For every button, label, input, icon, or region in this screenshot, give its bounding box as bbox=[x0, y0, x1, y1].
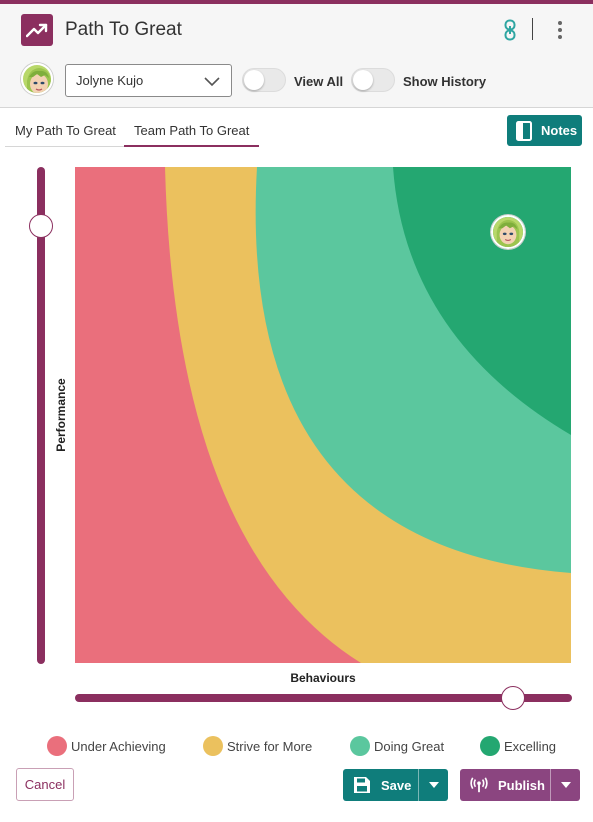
team-member-marker[interactable] bbox=[491, 215, 525, 249]
header-divider bbox=[532, 18, 533, 40]
y-axis-label: Performance bbox=[54, 378, 68, 452]
legend-swatch bbox=[350, 736, 370, 756]
caret-down-icon bbox=[428, 782, 439, 788]
cancel-button[interactable]: Cancel bbox=[16, 768, 74, 801]
publish-button[interactable]: Publish bbox=[460, 769, 550, 801]
performance-slider-track[interactable] bbox=[37, 167, 45, 664]
page-title: Path To Great bbox=[65, 19, 182, 40]
legend-label: Strive for More bbox=[227, 738, 313, 754]
link-icon[interactable] bbox=[500, 18, 520, 42]
broadcast-icon bbox=[470, 776, 488, 794]
save-button-label: Save bbox=[381, 777, 412, 793]
legend-label: Excelling bbox=[504, 738, 557, 754]
toggle-knob bbox=[244, 70, 264, 90]
legend-swatch bbox=[480, 736, 500, 756]
publish-split-button: Publish bbox=[460, 769, 580, 801]
show-history-label: Show History bbox=[403, 74, 487, 89]
save-split-button: Save bbox=[343, 769, 448, 801]
save-options-dropdown[interactable] bbox=[419, 769, 448, 801]
legend-item-excelling: Excelling bbox=[480, 736, 556, 756]
tab-bar: My Path To Great Team Path To Great bbox=[5, 116, 259, 147]
trend-up-icon bbox=[21, 14, 53, 46]
notes-button-label: Notes bbox=[541, 123, 578, 138]
tab-team-path-to-great[interactable]: Team Path To Great bbox=[134, 123, 249, 147]
legend-label: Doing Great bbox=[374, 738, 445, 754]
behaviours-slider-thumb[interactable] bbox=[501, 686, 525, 710]
active-tab-indicator bbox=[124, 145, 259, 147]
avatar bbox=[21, 63, 53, 95]
view-all-label: View All bbox=[294, 74, 344, 89]
header: Path To Great Jolyne Kujo View All Show … bbox=[0, 4, 593, 108]
legend-item-under-achieving: Under Achieving bbox=[47, 736, 166, 756]
performance-slider-thumb[interactable] bbox=[29, 214, 53, 238]
publish-options-dropdown[interactable] bbox=[551, 769, 580, 801]
view-all-toggle[interactable] bbox=[242, 68, 286, 92]
legend-item-strive-for-more: Strive for More bbox=[203, 736, 312, 756]
tab-my-path-to-great[interactable]: My Path To Great bbox=[15, 123, 116, 147]
legend-swatch bbox=[47, 736, 67, 756]
legend-swatch bbox=[203, 736, 223, 756]
legend-item-doing-great: Doing Great bbox=[350, 736, 444, 756]
x-axis-label: Behaviours bbox=[290, 671, 356, 685]
toggle-knob bbox=[353, 70, 373, 90]
behaviours-slider-track[interactable] bbox=[75, 694, 572, 702]
save-icon bbox=[353, 776, 371, 794]
publish-button-label: Publish bbox=[498, 777, 545, 793]
show-history-toggle[interactable] bbox=[351, 68, 395, 92]
chevron-down-icon bbox=[203, 73, 221, 89]
person-select[interactable]: Jolyne Kujo bbox=[65, 64, 232, 97]
save-button[interactable]: Save bbox=[343, 769, 418, 801]
caret-down-icon bbox=[560, 782, 571, 788]
kebab-menu-icon[interactable] bbox=[552, 18, 568, 42]
person-select-value: Jolyne Kujo bbox=[76, 73, 144, 88]
notes-icon bbox=[516, 120, 532, 141]
legend-label: Under Achieving bbox=[71, 738, 166, 754]
notes-button[interactable]: Notes bbox=[507, 115, 582, 146]
